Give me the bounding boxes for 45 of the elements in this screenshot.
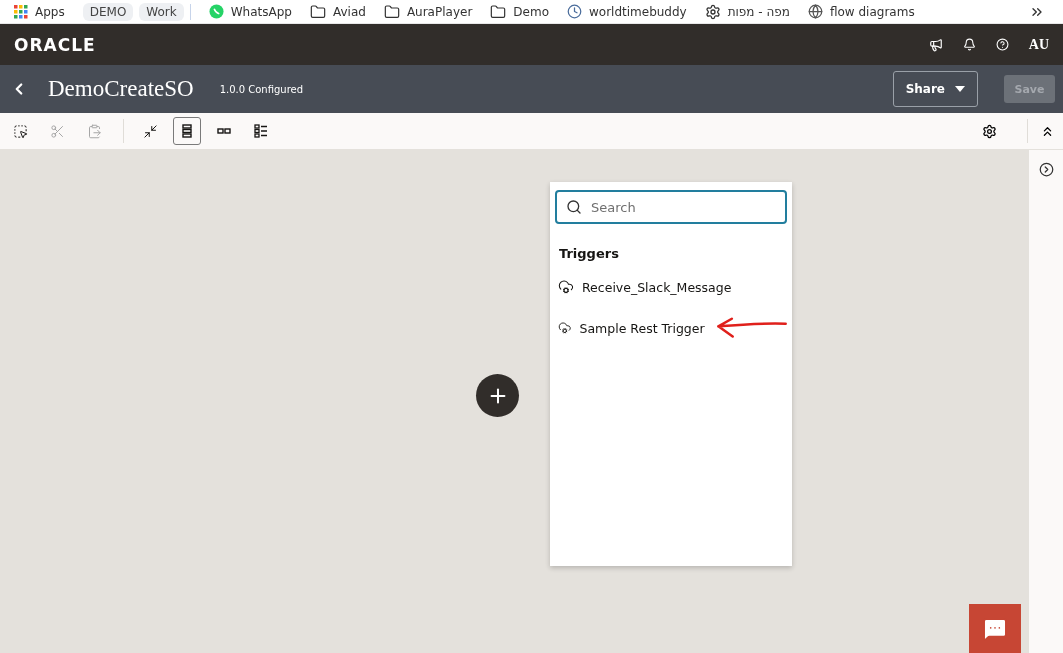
- paste-icon: [86, 123, 102, 139]
- help-icon[interactable]: [995, 38, 1009, 51]
- bookmark-link[interactable]: AuraPlayer: [406, 4, 473, 19]
- settings-icon[interactable]: [982, 123, 997, 139]
- user-initials[interactable]: AU: [1028, 36, 1049, 53]
- bell-icon[interactable]: [962, 38, 976, 51]
- bookmark-folder[interactable]: Work: [139, 2, 184, 21]
- add-trigger-button[interactable]: [476, 374, 519, 417]
- bookmark-folder[interactable]: DEMO: [82, 2, 134, 21]
- bookmark-link[interactable]: מפה - מפות: [727, 4, 790, 19]
- horizontal-layout-icon: [217, 128, 231, 134]
- clock-icon: [567, 4, 582, 19]
- bookmark-link[interactable]: Demo: [513, 4, 549, 19]
- gear-icon: [704, 3, 721, 20]
- folder-icon: [309, 3, 326, 20]
- bookmark-link[interactable]: Aviad: [332, 4, 366, 19]
- bookmark-link[interactable]: flow diagrams: [829, 4, 915, 19]
- share-button[interactable]: Share: [892, 71, 978, 107]
- bookmark-link[interactable]: Apps: [35, 4, 65, 19]
- folder-icon: [490, 3, 507, 20]
- search-field[interactable]: Search: [555, 190, 787, 224]
- dashed-select-icon: [12, 123, 28, 139]
- list-layout-icon: [254, 124, 268, 138]
- bookmark-link[interactable]: worldtimebuddy: [589, 4, 687, 19]
- vertical-layout-icon: [182, 124, 192, 138]
- megaphone-icon[interactable]: [928, 37, 943, 52]
- apps-grid-icon: [14, 4, 28, 19]
- integration-title: DemoCreateSO: [48, 76, 194, 102]
- trigger-item[interactable]: Receive_Slack_Message: [582, 279, 732, 295]
- expand-panel-icon[interactable]: [1038, 162, 1054, 177]
- search-icon: [566, 199, 582, 215]
- trigger-item[interactable]: Sample Rest Trigger: [579, 320, 705, 336]
- cloud-gear-icon: [558, 320, 572, 336]
- cloud-gear-icon: [558, 279, 574, 295]
- toolbar-button[interactable]: [173, 117, 201, 145]
- brand-logo: ORACLE: [14, 34, 97, 55]
- section-heading: Triggers: [559, 246, 620, 261]
- version-status: 1.0.0 Configured: [219, 83, 305, 95]
- scissors-icon: [49, 123, 65, 139]
- bookmark-link[interactable]: WhatsApp: [230, 4, 292, 19]
- collapse-arrows-icon: [142, 123, 158, 139]
- chat-bubble-icon: [208, 4, 224, 19]
- folder-icon: [383, 3, 400, 20]
- globe-icon: [807, 4, 823, 19]
- chat-button[interactable]: [969, 604, 1021, 653]
